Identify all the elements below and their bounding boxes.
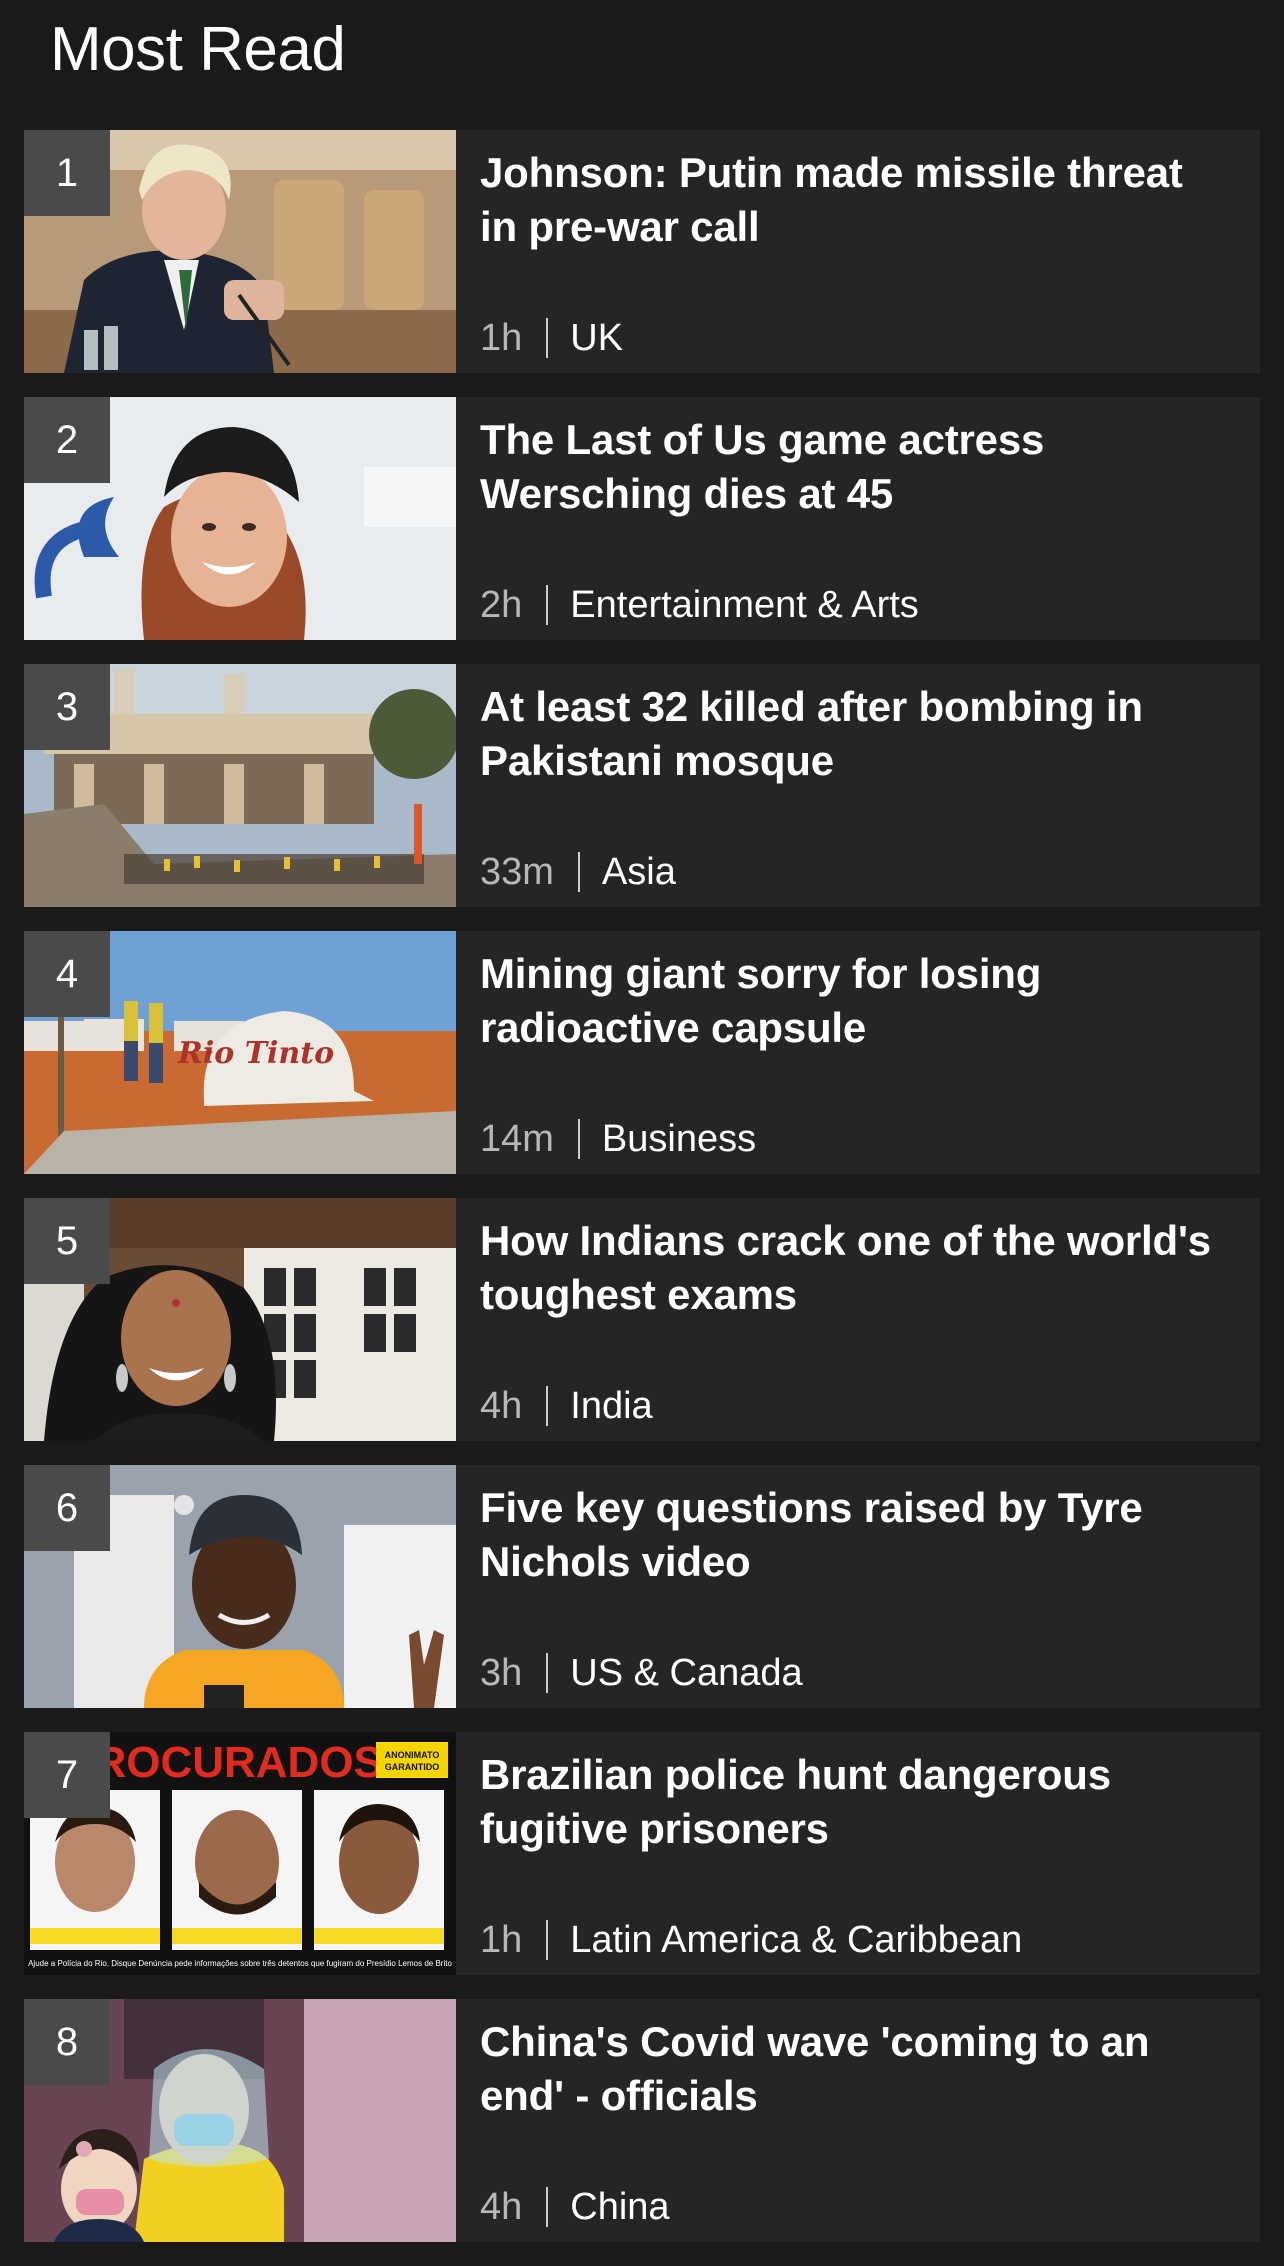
article-thumbnail[interactable]: 5 bbox=[24, 1198, 456, 1441]
poster-footer-text: Ajude a Polícia do Rio. Disque Denúncia … bbox=[28, 1959, 452, 1968]
article-thumbnail[interactable]: 3 bbox=[24, 664, 456, 907]
article-section[interactable]: Asia bbox=[602, 847, 676, 897]
meta-divider bbox=[546, 318, 549, 358]
article-title[interactable]: China's Covid wave 'coming to an end' - … bbox=[480, 2015, 1230, 2123]
article-thumbnail[interactable]: 2 bbox=[24, 397, 456, 640]
rank-badge: 7 bbox=[24, 1732, 110, 1818]
rank-badge: 6 bbox=[24, 1465, 110, 1551]
rank-badge: 8 bbox=[24, 1999, 110, 2085]
article-thumbnail[interactable]: 8 bbox=[24, 1999, 456, 2242]
wanted-banner-text: PROCURADOS bbox=[65, 1738, 383, 1787]
article-meta: 4h India bbox=[480, 1381, 653, 1431]
article-section[interactable]: Business bbox=[602, 1114, 756, 1164]
article-meta: 2h Entertainment & Arts bbox=[480, 580, 919, 630]
meta-divider bbox=[546, 1920, 549, 1960]
article-content: Five key questions raised by Tyre Nichol… bbox=[456, 1465, 1260, 1708]
article-thumbnail[interactable]: PROCURADOS ANONIMATO GARANTIDO Ajude a P… bbox=[24, 1732, 456, 1975]
article-time: 14m bbox=[480, 1118, 554, 1160]
article-meta: 1h Latin America & Caribbean bbox=[480, 1915, 1022, 1965]
article-meta: 33m Asia bbox=[480, 847, 676, 897]
article-thumbnail[interactable]: Rio Tinto 4 bbox=[24, 931, 456, 1174]
article-meta: 1h UK bbox=[480, 313, 623, 363]
rank-badge: 4 bbox=[24, 931, 110, 1017]
article-time: 4h bbox=[480, 2186, 523, 2228]
article-content: At least 32 killed after bombing in Paki… bbox=[456, 664, 1260, 907]
article-title[interactable]: How Indians crack one of the world's tou… bbox=[480, 1214, 1230, 1322]
article-content: Johnson: Putin made missile threat in pr… bbox=[456, 130, 1260, 373]
article-section[interactable]: UK bbox=[570, 313, 623, 363]
article-title[interactable]: Five key questions raised by Tyre Nichol… bbox=[480, 1481, 1230, 1589]
article-time: 3h bbox=[480, 1652, 523, 1694]
article-section[interactable]: India bbox=[570, 1381, 652, 1431]
article-content: China's Covid wave 'coming to an end' - … bbox=[456, 1999, 1260, 2242]
article-title[interactable]: The Last of Us game actress Wersching di… bbox=[480, 413, 1230, 521]
most-read-page: Most Read 1 Johnson: Putin made missile … bbox=[0, 0, 1284, 2256]
article-time: 1h bbox=[480, 1919, 523, 1961]
meta-divider bbox=[546, 1386, 549, 1426]
article-title[interactable]: Johnson: Putin made missile threat in pr… bbox=[480, 146, 1230, 254]
article-thumbnail[interactable]: 6 bbox=[24, 1465, 456, 1708]
rank-badge: 2 bbox=[24, 397, 110, 483]
article-meta: 3h US & Canada bbox=[480, 1648, 803, 1698]
article-thumbnail[interactable]: 1 bbox=[24, 130, 456, 373]
meta-divider bbox=[546, 1653, 549, 1693]
svg-text:GARANTIDO: GARANTIDO bbox=[385, 1762, 440, 1772]
article-item-4[interactable]: Rio Tinto 4 Mining giant sorry for losin… bbox=[24, 931, 1260, 1174]
article-time: 4h bbox=[480, 1385, 523, 1427]
meta-divider bbox=[546, 2187, 549, 2227]
article-section[interactable]: US & Canada bbox=[570, 1648, 802, 1698]
article-content: Mining giant sorry for losing radioactiv… bbox=[456, 931, 1260, 1174]
article-title[interactable]: Brazilian police hunt dangerous fugitive… bbox=[480, 1748, 1230, 1856]
rank-badge: 5 bbox=[24, 1198, 110, 1284]
article-time: 33m bbox=[480, 851, 554, 893]
section-heading: Most Read bbox=[50, 15, 346, 84]
article-section[interactable]: China bbox=[570, 2182, 669, 2232]
meta-divider bbox=[577, 1119, 580, 1159]
article-item-8[interactable]: 8 China's Covid wave 'coming to an end' … bbox=[24, 1999, 1260, 2242]
article-item-6[interactable]: 6 Five key questions raised by Tyre Nich… bbox=[24, 1465, 1260, 1708]
meta-divider bbox=[546, 585, 549, 625]
article-item-2[interactable]: 2 The Last of Us game actress Wersching … bbox=[24, 397, 1260, 640]
article-item-3[interactable]: 3 At least 32 killed after bombing in Pa… bbox=[24, 664, 1260, 907]
article-title[interactable]: At least 32 killed after bombing in Paki… bbox=[480, 680, 1230, 788]
article-meta: 4h China bbox=[480, 2182, 670, 2232]
svg-text:ANONIMATO: ANONIMATO bbox=[385, 1750, 440, 1760]
article-meta: 14m Business bbox=[480, 1114, 756, 1164]
article-item-5[interactable]: 5 How Indians crack one of the world's t… bbox=[24, 1198, 1260, 1441]
meta-divider bbox=[577, 852, 580, 892]
rank-badge: 1 bbox=[24, 130, 110, 216]
article-content: Brazilian police hunt dangerous fugitive… bbox=[456, 1732, 1260, 1975]
article-content: The Last of Us game actress Wersching di… bbox=[456, 397, 1260, 640]
rank-badge: 3 bbox=[24, 664, 110, 750]
article-section[interactable]: Latin America & Caribbean bbox=[570, 1915, 1022, 1965]
helmet-logo-text: Rio Tinto bbox=[177, 1036, 334, 1071]
article-section[interactable]: Entertainment & Arts bbox=[570, 580, 919, 630]
article-time: 1h bbox=[480, 317, 523, 359]
article-content: How Indians crack one of the world's tou… bbox=[456, 1198, 1260, 1441]
article-title[interactable]: Mining giant sorry for losing radioactiv… bbox=[480, 947, 1230, 1055]
article-item-7[interactable]: PROCURADOS ANONIMATO GARANTIDO Ajude a P… bbox=[24, 1732, 1260, 1975]
most-read-list: 1 Johnson: Putin made missile threat in … bbox=[24, 130, 1260, 2266]
article-item-1[interactable]: 1 Johnson: Putin made missile threat in … bbox=[24, 130, 1260, 373]
article-time: 2h bbox=[480, 584, 523, 626]
